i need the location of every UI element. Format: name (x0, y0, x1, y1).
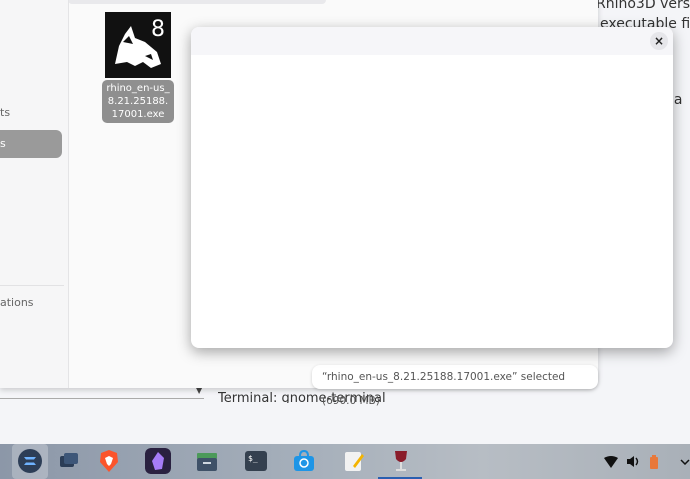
dialog-header: × (191, 27, 673, 55)
file-manager-header (68, 0, 326, 4)
chevron-down-icon[interactable] (680, 459, 690, 465)
doc-line-1: Rhino3D version (596, 0, 690, 12)
sidebar-item-applications[interactable]: ations (0, 289, 62, 317)
workspaces-icon[interactable] (56, 448, 82, 474)
terminal-icon[interactable]: $_ (243, 448, 269, 474)
empty-dialog: × (191, 27, 673, 348)
software-store-icon[interactable] (291, 448, 317, 474)
zorin-menu-icon[interactable] (17, 448, 43, 474)
selection-status-bar: “rhino_en-us_8.21.25188.17001.exe” selec… (312, 365, 598, 407)
svg-text:$_: $_ (248, 454, 258, 463)
obsidian-icon[interactable] (145, 448, 171, 474)
rhino-app-icon: 8 (105, 12, 171, 78)
sidebar-item-label: ts (0, 106, 11, 119)
close-button[interactable]: × (650, 32, 668, 50)
wine-glass-icon[interactable] (388, 448, 414, 474)
files-icon[interactable] (194, 448, 220, 474)
volume-icon[interactable] (626, 455, 640, 468)
brave-browser-icon[interactable] (96, 448, 122, 474)
sidebar: ts s ations (0, 0, 69, 388)
file-name: rhino_en-us_8.21.25188.17001.exe (102, 80, 174, 123)
wifi-icon[interactable] (604, 456, 618, 468)
rhino-version-badge: 8 (151, 17, 165, 42)
sidebar-item-label: ations (0, 296, 34, 309)
battery-icon[interactable] (650, 455, 658, 469)
taskbar: $_ (0, 444, 690, 479)
sidebar-divider (0, 285, 64, 286)
sidebar-item-label: s (0, 137, 6, 150)
close-icon: × (653, 34, 665, 48)
dropdown-underline (0, 398, 204, 399)
file-item-rhino-installer[interactable]: 8 rhino_en-us_8.21.25188.17001.exe (102, 12, 174, 123)
text-editor-icon[interactable] (341, 448, 367, 474)
sidebar-item-downloads[interactable]: s (0, 130, 62, 158)
sidebar-item-documents[interactable]: ts (0, 99, 62, 127)
